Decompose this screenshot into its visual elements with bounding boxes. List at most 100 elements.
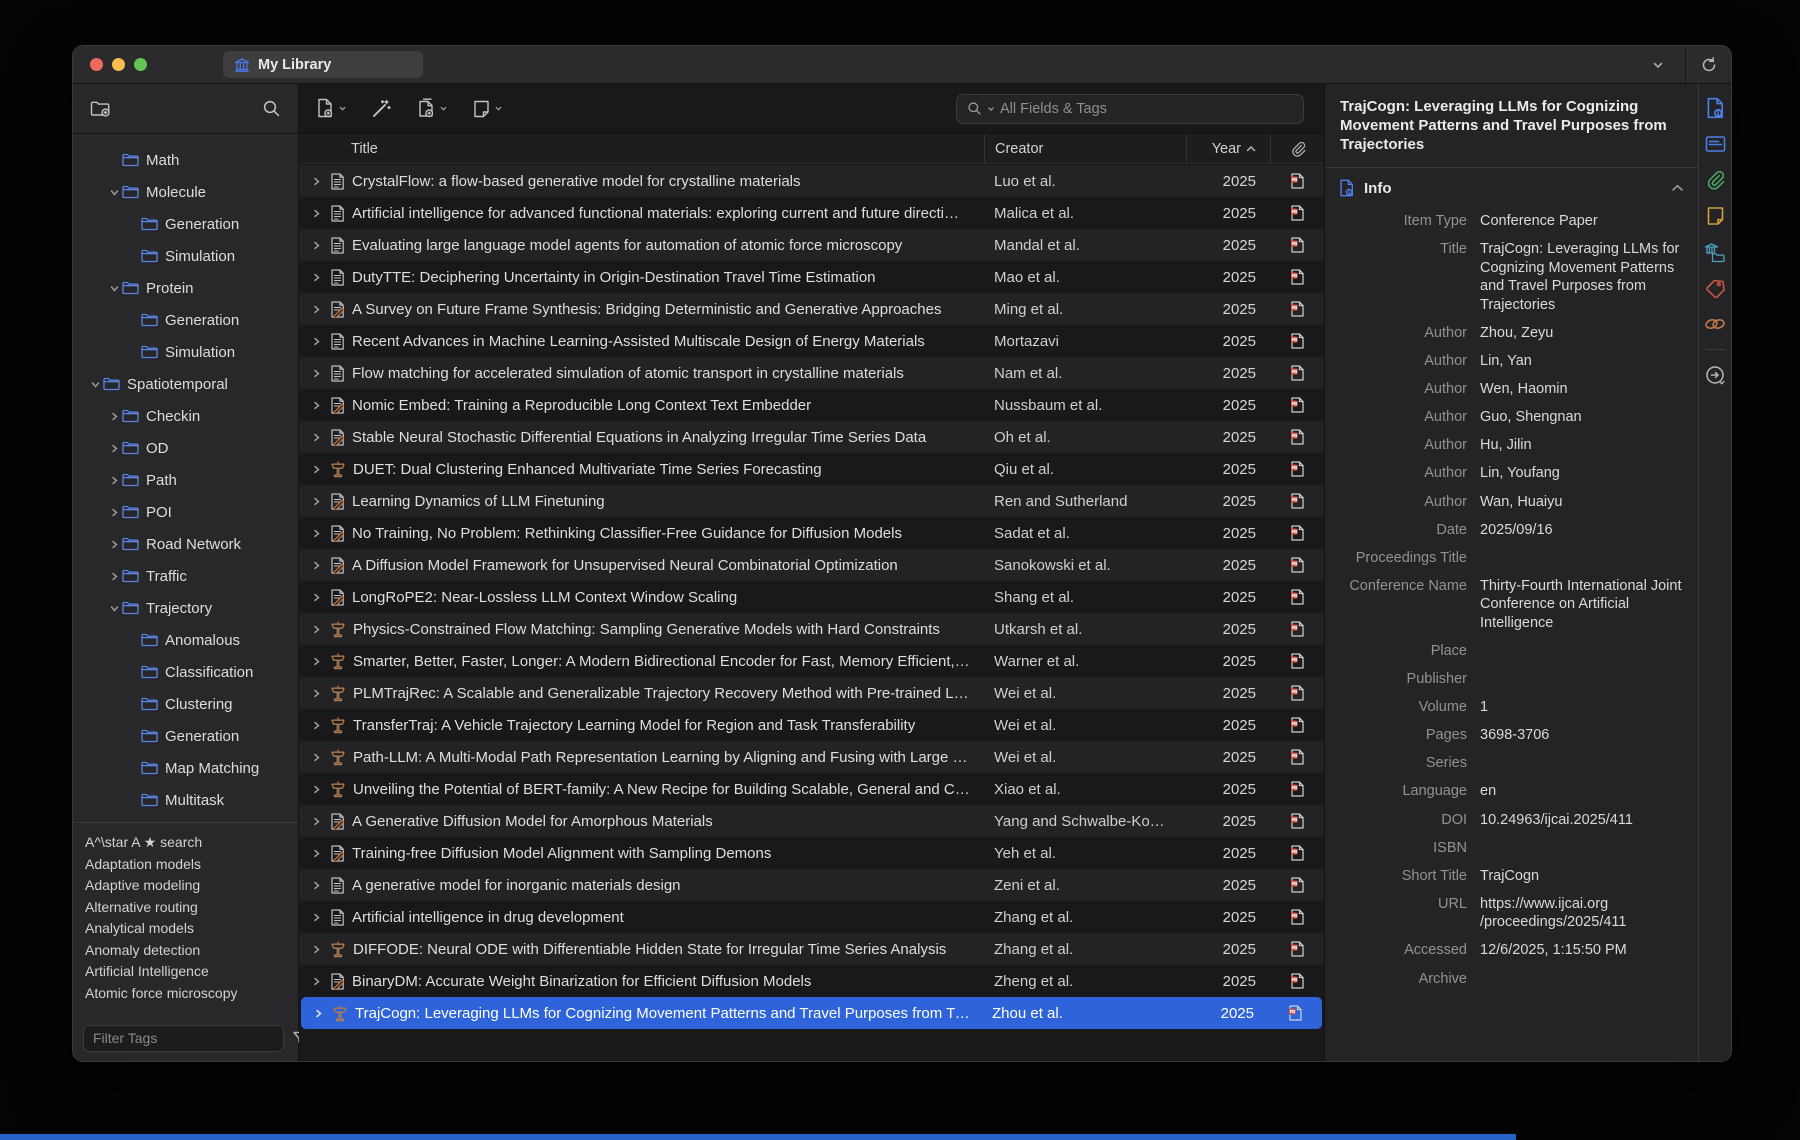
collection-row[interactable]: OD [73, 432, 298, 464]
field-value[interactable]: 2025/09/16 [1467, 521, 1686, 540]
item-row[interactable]: A Diffusion Model Framework for Unsuperv… [299, 549, 1324, 581]
item-info-icon[interactable] [1704, 97, 1726, 119]
chevron-down-icon[interactable] [106, 283, 122, 294]
item-row[interactable]: Nomic Embed: Training a Reproducible Lon… [299, 389, 1324, 421]
item-row[interactable]: BinaryDM: Accurate Weight Binarization f… [299, 965, 1324, 997]
info-section-header[interactable]: Info [1325, 168, 1698, 205]
pdf-attachment-icon[interactable] [1270, 813, 1324, 829]
pdf-attachment-icon[interactable] [1270, 941, 1324, 957]
field-value[interactable] [1467, 970, 1686, 989]
pdf-attachment-icon[interactable] [1270, 365, 1324, 381]
field-value[interactable]: 12/6/2025, 1:15:50 PM [1467, 941, 1686, 960]
collection-row[interactable]: Checkin [73, 400, 298, 432]
column-year[interactable]: Year [1186, 134, 1270, 163]
pdf-attachment-icon[interactable] [1270, 717, 1324, 733]
quick-search[interactable] [956, 94, 1304, 124]
zoom-button[interactable] [134, 58, 147, 71]
sync-button[interactable] [1686, 56, 1731, 74]
pdf-attachment-icon[interactable] [1268, 1005, 1322, 1021]
chevron-down-icon[interactable] [87, 379, 103, 390]
field-value[interactable]: Lin, Yan [1467, 352, 1686, 371]
field-value[interactable] [1467, 549, 1686, 568]
item-row[interactable]: A generative model for inorganic materia… [299, 869, 1324, 901]
collection-row[interactable]: Spatiotemporal [73, 368, 298, 400]
add-attachment-button[interactable] [416, 98, 448, 119]
item-row[interactable]: LongRoPE2: Near-Lossless LLM Context Win… [299, 581, 1324, 613]
column-attachment[interactable] [1270, 134, 1324, 163]
tag-item[interactable]: Adaptation models [85, 854, 292, 876]
item-row[interactable]: DIFFODE: Neural ODE with Differentiable … [299, 933, 1324, 965]
tag-item[interactable]: Alternative routing [85, 897, 292, 919]
chevron-down-icon[interactable] [1651, 58, 1665, 72]
item-row[interactable]: A Generative Diffusion Model for Amorpho… [299, 805, 1324, 837]
chevron-right-icon[interactable] [311, 1008, 325, 1019]
attachments-icon[interactable] [1704, 169, 1726, 191]
tag-item[interactable]: Adaptive modeling [85, 875, 292, 897]
chevron-right-icon[interactable] [309, 784, 323, 795]
collection-row[interactable]: Map Matching [73, 752, 298, 784]
pdf-attachment-icon[interactable] [1270, 237, 1324, 253]
chevron-right-icon[interactable] [309, 432, 323, 443]
item-row[interactable]: Artificial intelligence for advanced fun… [299, 197, 1324, 229]
item-row[interactable]: Smarter, Better, Faster, Longer: A Moder… [299, 645, 1324, 677]
field-value[interactable]: 10.24963/ijcai.2025/411 [1467, 811, 1686, 830]
field-value[interactable]: Wan, Huaiyu [1467, 493, 1686, 512]
item-row[interactable]: Physics-Constrained Flow Matching: Sampl… [299, 613, 1324, 645]
collection-row[interactable]: POI [73, 496, 298, 528]
collection-row[interactable]: Trajectory [73, 592, 298, 624]
chevron-right-icon[interactable] [309, 752, 323, 763]
chevron-right-icon[interactable] [106, 411, 122, 422]
library-tab[interactable]: My Library [223, 51, 423, 78]
chevron-right-icon[interactable] [309, 464, 323, 475]
collection-row[interactable]: Protein [73, 272, 298, 304]
collection-row[interactable]: Molecule [73, 176, 298, 208]
pdf-attachment-icon[interactable] [1270, 173, 1324, 189]
close-button[interactable] [90, 58, 103, 71]
field-value[interactable]: Lin, Youfang [1467, 464, 1686, 483]
tag-filter-input[interactable] [83, 1025, 284, 1052]
locate-icon[interactable] [1704, 364, 1726, 386]
pdf-attachment-icon[interactable] [1270, 685, 1324, 701]
pdf-attachment-icon[interactable] [1270, 461, 1324, 477]
collection-row[interactable]: Classification [73, 656, 298, 688]
item-row[interactable]: No Training, No Problem: Rethinking Clas… [299, 517, 1324, 549]
pdf-attachment-icon[interactable] [1270, 781, 1324, 797]
collection-row[interactable]: Generation [73, 720, 298, 752]
chevron-right-icon[interactable] [309, 624, 323, 635]
add-by-identifier-button[interactable] [371, 98, 392, 119]
pdf-attachment-icon[interactable] [1270, 269, 1324, 285]
field-value[interactable] [1467, 642, 1686, 661]
search-input[interactable] [1000, 101, 1293, 117]
collection-row[interactable]: Simulation [73, 336, 298, 368]
chevron-right-icon[interactable] [309, 208, 323, 219]
field-value[interactable]: Wen, Haomin [1467, 380, 1686, 399]
notes-icon[interactable] [1704, 205, 1726, 227]
libraries-collections-icon[interactable] [1704, 241, 1726, 263]
pdf-attachment-icon[interactable] [1270, 653, 1324, 669]
search-collections-icon[interactable] [262, 99, 281, 118]
minimize-button[interactable] [112, 58, 125, 71]
item-row[interactable]: Stable Neural Stochastic Differential Eq… [299, 421, 1324, 453]
item-row[interactable]: DutyTTE: Deciphering Uncertainty in Orig… [299, 261, 1324, 293]
pdf-attachment-icon[interactable] [1270, 333, 1324, 349]
tag-item[interactable]: Analytical models [85, 918, 292, 940]
pdf-attachment-icon[interactable] [1270, 205, 1324, 221]
collection-row[interactable]: Road Network [73, 528, 298, 560]
chevron-right-icon[interactable] [309, 592, 323, 603]
related-icon[interactable] [1704, 313, 1726, 335]
item-row[interactable]: A Survey on Future Frame Synthesis: Brid… [299, 293, 1324, 325]
pdf-attachment-icon[interactable] [1270, 621, 1324, 637]
field-value[interactable] [1467, 754, 1686, 773]
item-row[interactable]: PLMTrajRec: A Scalable and Generalizable… [299, 677, 1324, 709]
pdf-attachment-icon[interactable] [1270, 749, 1324, 765]
item-row[interactable]: Unveiling the Potential of BERT-family: … [299, 773, 1324, 805]
chevron-right-icon[interactable] [309, 560, 323, 571]
field-value[interactable]: 3698-3706 [1467, 726, 1686, 745]
pdf-attachment-icon[interactable] [1270, 589, 1324, 605]
field-value[interactable]: TrajCogn [1467, 867, 1686, 886]
pdf-attachment-icon[interactable] [1270, 909, 1324, 925]
chevron-down-icon[interactable] [106, 603, 122, 614]
item-row[interactable]: DUET: Dual Clustering Enhanced Multivari… [299, 453, 1324, 485]
chevron-right-icon[interactable] [309, 336, 323, 347]
chevron-right-icon[interactable] [106, 507, 122, 518]
